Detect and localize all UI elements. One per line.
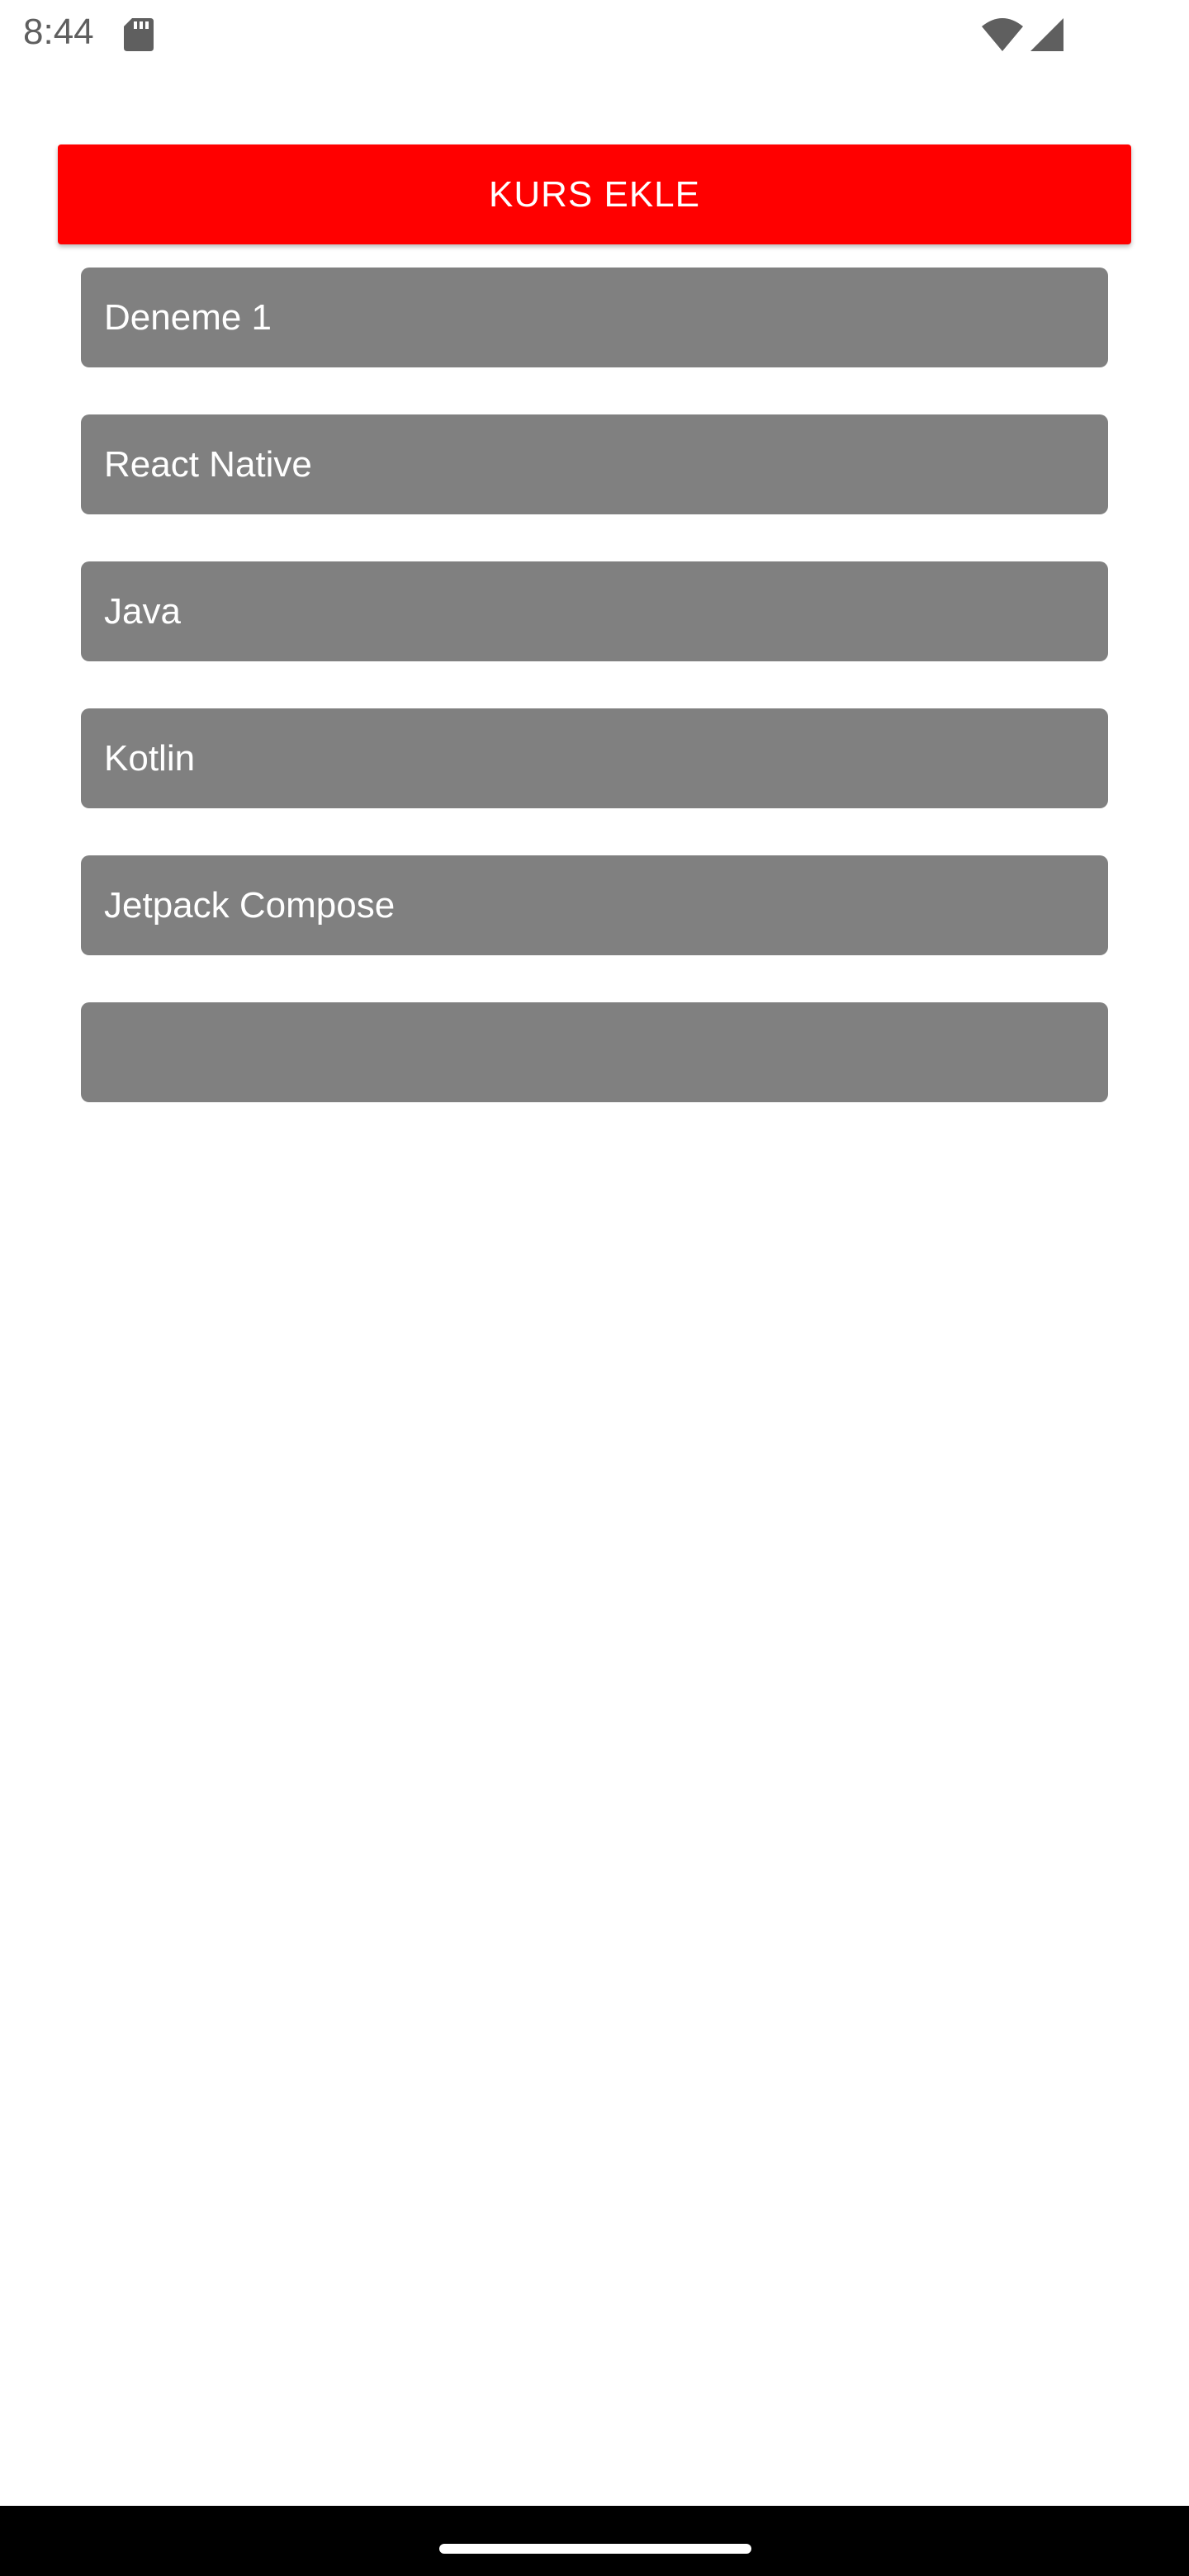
navigation-bar [0,2506,1189,2576]
course-item-jetpack-compose[interactable]: Jetpack Compose [81,855,1108,955]
status-time: 8:44 [23,12,94,52]
course-item-deneme-1[interactable]: Deneme 1 [81,268,1108,367]
cell-signal-icon [1030,18,1063,51]
wifi-icon [982,18,1023,51]
add-course-button[interactable]: KURS EKLE [58,144,1131,244]
course-item-empty[interactable] [81,1002,1108,1102]
course-list: Deneme 1 React Native Java Kotlin Jetpac… [81,268,1108,1149]
course-item-kotlin[interactable]: Kotlin [81,708,1108,808]
status-bar: 8:44 [0,0,1189,69]
home-indicator[interactable] [439,2544,751,2554]
course-item-java[interactable]: Java [81,561,1108,661]
sd-card-icon [124,18,154,51]
course-item-react-native[interactable]: React Native [81,414,1108,514]
